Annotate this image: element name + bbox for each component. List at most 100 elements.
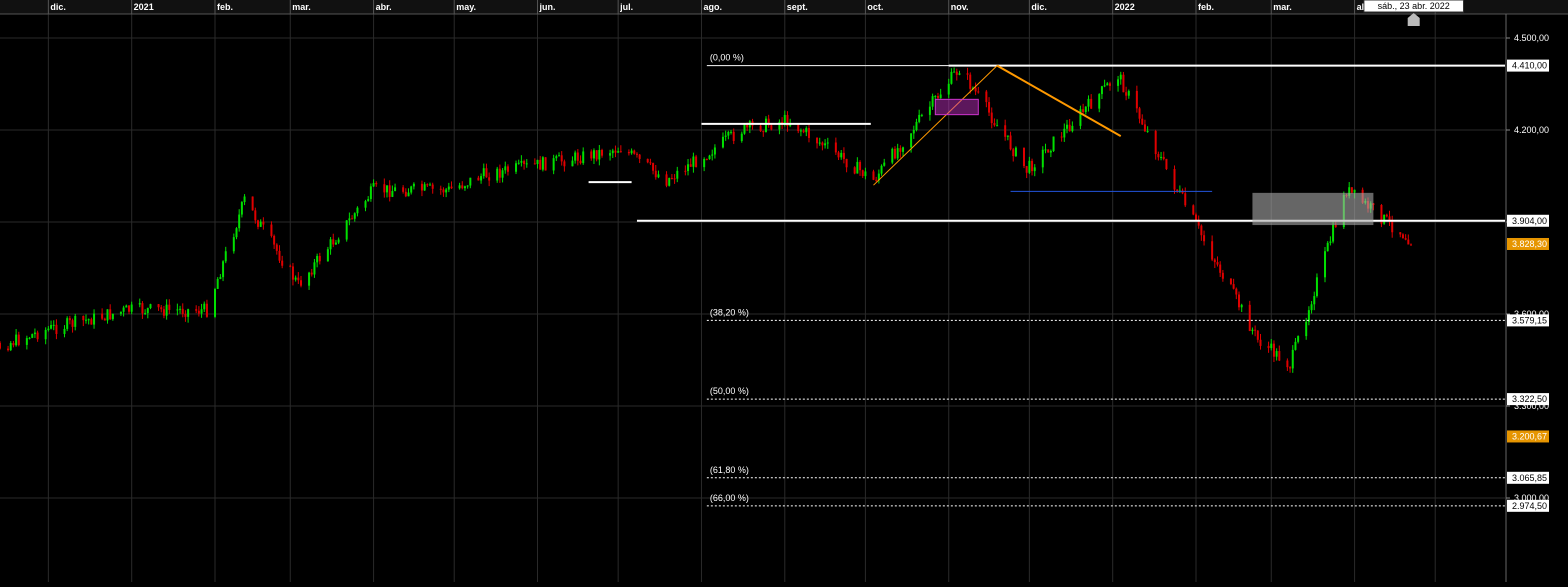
candle-body [404, 191, 407, 197]
candle-body [571, 160, 574, 167]
grid [0, 0, 1568, 582]
candle-body [947, 83, 950, 95]
candle-body [130, 304, 133, 312]
candle-body [326, 249, 329, 262]
candle-body [1294, 341, 1297, 350]
month-label: sept. [787, 2, 808, 12]
candle-body [824, 143, 827, 146]
candle-body [308, 272, 311, 286]
price-tick-label: 4.200,00 [1514, 125, 1549, 135]
candle-body [910, 133, 913, 148]
candle-body [539, 159, 542, 170]
candle-body [797, 124, 800, 132]
candle-body [695, 156, 698, 168]
candle-body [1310, 304, 1313, 311]
candle-body [480, 176, 483, 181]
candle-body [1305, 321, 1308, 337]
candle-body [988, 102, 991, 113]
candle-body [630, 150, 633, 154]
candle-body [87, 319, 90, 321]
candle-body [1028, 160, 1031, 173]
candle-body [1065, 124, 1068, 129]
candle-body [109, 309, 112, 320]
candle-body [1006, 135, 1009, 137]
candle-body [119, 311, 122, 314]
candle-body [318, 255, 321, 262]
candle-body [1238, 294, 1241, 308]
candle-body [880, 165, 883, 174]
candle-body [915, 121, 918, 131]
candle-body [291, 266, 294, 280]
fib-label: (50,00 %) [710, 386, 749, 396]
candle-body [138, 303, 141, 305]
candle-body [1278, 351, 1281, 361]
candle-body [1049, 150, 1052, 153]
candle-body [1235, 288, 1238, 295]
candle-body [1211, 241, 1214, 260]
candle-body [673, 178, 676, 180]
candle-body [165, 304, 168, 316]
candle-body [273, 235, 276, 245]
gray-zone[interactable] [1252, 192, 1374, 226]
candle-body [1315, 277, 1318, 297]
candle-body [222, 261, 225, 278]
candle-body [1388, 216, 1391, 221]
candle-body [391, 190, 394, 197]
candle-body [1410, 244, 1413, 246]
candle-body [466, 185, 469, 187]
candle-body [238, 214, 241, 229]
price-label-text: 2.974,50 [1512, 501, 1547, 511]
candle-body [44, 329, 47, 340]
candle-body [1090, 98, 1093, 109]
candle-body [240, 202, 243, 215]
candle-body [68, 318, 71, 321]
candle-body [590, 151, 593, 159]
candle-body [1383, 214, 1386, 224]
candle-body [423, 184, 426, 191]
candle-body [386, 185, 389, 193]
candle-body [1106, 83, 1109, 86]
candle-body [1012, 149, 1015, 157]
price-chart[interactable]: (0,00 %) (38,20 %) (50,00 %) (61,80 %) (66,0… [0, 0, 1568, 582]
candle-body [149, 304, 152, 309]
candle-body [224, 251, 227, 262]
candle-body [1022, 147, 1025, 167]
chart-container[interactable]: (0,00 %) (38,20 %) (50,00 %) (61,80 %) (66,0… [0, 0, 1568, 582]
candle-body [103, 318, 106, 321]
candle-body [1297, 336, 1300, 342]
month-label: nov. [951, 2, 969, 12]
candle-body [1195, 214, 1197, 221]
candle-body [12, 343, 15, 346]
candle-body [243, 196, 246, 203]
candle-body [1122, 74, 1125, 93]
candle-body [950, 71, 953, 84]
candle-body [101, 313, 104, 319]
candle-body [856, 161, 859, 174]
candle-body [1014, 147, 1017, 157]
candle-body [294, 277, 297, 280]
candle-body [125, 305, 128, 308]
candle-body [157, 304, 160, 308]
month-label: oct. [867, 2, 883, 12]
candle-body [1119, 74, 1122, 80]
candle-body [853, 167, 856, 174]
candle-body [816, 137, 819, 144]
candle-body [1009, 135, 1012, 150]
candle-body [184, 314, 187, 317]
candle-body [687, 164, 690, 172]
candle-body [426, 184, 429, 186]
candle-body [1216, 262, 1219, 265]
candle-body [646, 158, 649, 163]
candle-body [235, 228, 238, 238]
candle-body [7, 348, 10, 351]
candle-body [799, 130, 802, 132]
candle-body [1248, 304, 1251, 332]
candle-body [1313, 296, 1316, 305]
candle-body [1229, 278, 1232, 285]
candle-body [582, 151, 585, 164]
candle-body [93, 313, 96, 325]
candle-body [842, 152, 845, 159]
candle-body [1353, 189, 1356, 193]
highlight-box[interactable] [934, 98, 979, 116]
candle-body [1326, 242, 1329, 252]
